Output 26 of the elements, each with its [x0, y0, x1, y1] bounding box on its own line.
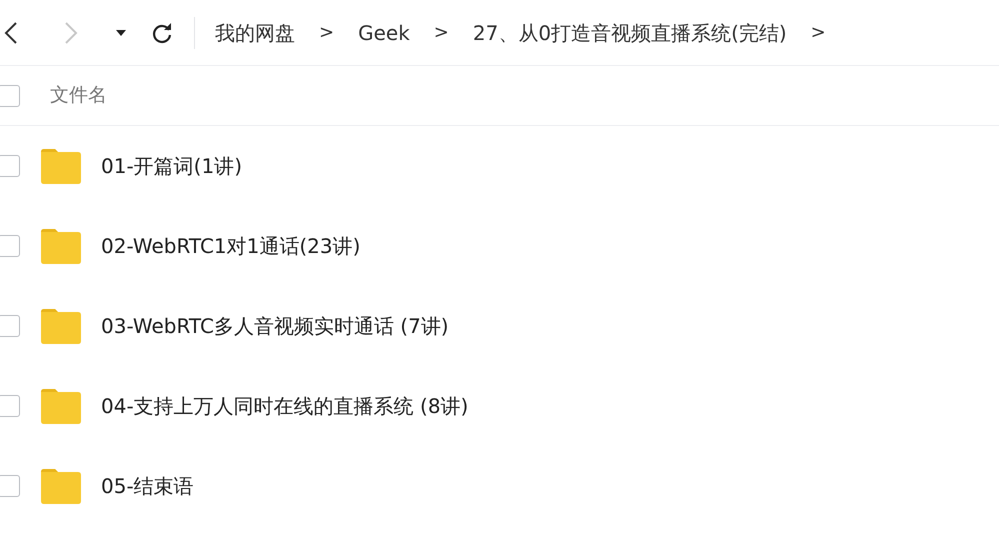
file-name[interactable]: 03-WebRTC多人音视频实时通话 (7讲): [101, 311, 449, 341]
folder-icon: [41, 228, 81, 264]
checkbox[interactable]: [0, 235, 20, 257]
checkbox[interactable]: [0, 315, 20, 337]
folder-icon: [41, 468, 81, 504]
folder-icon: [41, 388, 81, 424]
breadcrumb-link[interactable]: Geek: [358, 18, 410, 48]
checkbox[interactable]: [0, 84, 20, 106]
dropdown-button[interactable]: [116, 30, 126, 36]
folder-icon: [41, 148, 81, 184]
refresh-button[interactable]: [150, 20, 174, 44]
column-header[interactable]: 文件名: [50, 81, 107, 110]
checkbox[interactable]: [0, 475, 20, 497]
breadcrumb-link[interactable]: 27、从0打造音视频直播系统(完结): [472, 18, 787, 48]
checkbox[interactable]: [0, 155, 20, 177]
breadcrumb-separator: >: [434, 21, 449, 45]
breadcrumb-separator: >: [810, 21, 826, 45]
file-name[interactable]: 05-结束语: [101, 471, 194, 501]
checkbox[interactable]: [0, 395, 20, 417]
folder-icon: [41, 308, 81, 344]
file-name[interactable]: 04-支持上万人同时在线的直播系统 (8讲): [101, 391, 468, 421]
back-button[interactable]: [4, 20, 18, 44]
breadcrumb-separator: >: [319, 21, 334, 45]
breadcrumb-link[interactable]: 我的网盘: [215, 18, 295, 48]
file-name[interactable]: 01-开篇词(1讲): [101, 151, 242, 181]
file-name[interactable]: 02-WebRTC1对1通话(23讲): [101, 231, 360, 261]
